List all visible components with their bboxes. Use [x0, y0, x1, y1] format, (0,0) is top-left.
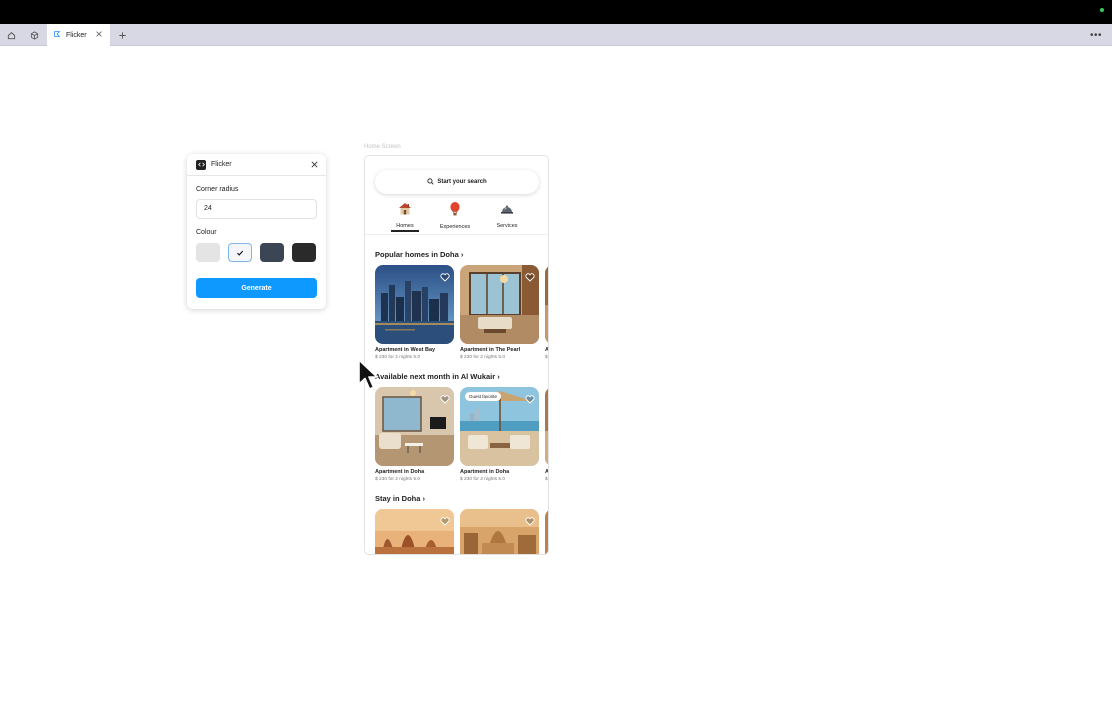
- colour-swatch-light-gray[interactable]: [196, 243, 220, 262]
- heart-icon[interactable]: [440, 269, 450, 287]
- new-tab-icon[interactable]: [111, 24, 133, 46]
- corner-radius-input[interactable]: 24: [196, 199, 317, 219]
- colour-label: Colour: [196, 229, 217, 236]
- heart-icon[interactable]: [525, 391, 535, 409]
- listing-title: Apartment in West Bay: [375, 347, 436, 353]
- search-bar[interactable]: Start your search: [375, 170, 539, 194]
- listing-title: Apartment in The Pearl: [460, 347, 521, 353]
- system-top-bar: [0, 0, 1112, 24]
- service-bell-icon: [500, 202, 514, 220]
- listing-price: $: [545, 477, 548, 482]
- colour-swatch-black[interactable]: [292, 243, 316, 262]
- category-label: Experiences: [439, 224, 471, 230]
- corner-radius-label: Corner radius: [196, 186, 239, 193]
- panel-header: Flicker: [187, 154, 326, 176]
- generate-button[interactable]: Generate: [196, 278, 317, 298]
- listing-title: A: [545, 469, 549, 475]
- section-title-text: Popular homes in Doha: [375, 250, 459, 259]
- panel-title: Flicker: [211, 161, 232, 168]
- tab-title: Flicker: [66, 31, 87, 39]
- status-indicator: [1100, 8, 1104, 12]
- frame-label[interactable]: Home Screen: [364, 144, 401, 150]
- guest-favorite-badge: Guest favorite: [465, 392, 502, 401]
- listing-image[interactable]: [545, 265, 548, 344]
- listing-image[interactable]: Guest favorite: [460, 387, 539, 466]
- category-services[interactable]: Services: [487, 202, 527, 229]
- search-icon: [427, 177, 434, 187]
- section-title[interactable]: Popular homes in Doha ›: [375, 250, 463, 259]
- colour-swatch-slate[interactable]: [260, 243, 284, 262]
- listing-title: A: [545, 347, 549, 353]
- tab-bar: Flicker •••: [0, 24, 1112, 46]
- more-options-icon[interactable]: •••: [1086, 24, 1106, 46]
- check-icon: [236, 244, 244, 262]
- home-icon[interactable]: [0, 24, 22, 46]
- category-experiences[interactable]: Experiences: [435, 202, 475, 230]
- listing-image[interactable]: [460, 509, 539, 554]
- listing-image[interactable]: [375, 265, 454, 344]
- heart-icon[interactable]: [440, 391, 450, 409]
- section-title-text: Stay in Doha: [375, 494, 421, 503]
- plugin-icon[interactable]: [23, 24, 45, 46]
- search-placeholder: Start your search: [437, 179, 487, 185]
- plugin-panel: Flicker Corner radius 24 Colour Generate: [187, 154, 326, 309]
- listing-image[interactable]: [545, 387, 548, 466]
- listing-title: Apartment in Doha: [375, 469, 425, 475]
- listing-title: Apartment in Doha: [460, 469, 510, 475]
- section-title[interactable]: Stay in Doha ›: [375, 494, 425, 503]
- hot-air-balloon-icon: [449, 202, 461, 221]
- heart-icon[interactable]: [525, 513, 535, 531]
- category-label: Homes: [396, 223, 414, 229]
- listing-image[interactable]: [375, 509, 454, 554]
- listing-image[interactable]: [460, 265, 539, 344]
- active-category-underline: [391, 230, 419, 232]
- tab-flicker[interactable]: Flicker: [47, 24, 110, 46]
- section-title[interactable]: Available next month in Al Wukair ›: [375, 372, 500, 381]
- heart-icon[interactable]: [525, 269, 535, 287]
- house-icon: [398, 202, 412, 220]
- category-label: Services: [496, 223, 518, 229]
- divider: [365, 234, 548, 235]
- mouse-cursor-icon: [357, 359, 379, 396]
- listing-image[interactable]: [375, 387, 454, 466]
- code-icon: [196, 159, 206, 170]
- close-icon[interactable]: [310, 160, 319, 171]
- category-homes[interactable]: Homes: [385, 202, 425, 229]
- listing-price: $: [545, 355, 548, 360]
- listing-price: $ 230 for 2 nights 5.0: [375, 355, 421, 360]
- listing-price: $ 230 for 2 nights 5.0: [375, 477, 421, 482]
- figma-file-icon: [53, 30, 61, 40]
- listing-image[interactable]: [545, 509, 548, 554]
- section-title-text: Available next month in Al Wukair: [375, 372, 496, 381]
- home-screen-frame[interactable]: Start your search Homes Experiences Serv…: [364, 155, 549, 555]
- heart-icon[interactable]: [440, 513, 450, 531]
- colour-swatch-white-selected[interactable]: [228, 243, 252, 262]
- listing-price: $ 230 for 2 nights 5.0: [460, 477, 506, 482]
- listing-price: $ 230 for 2 nights 5.0: [460, 355, 506, 360]
- close-tab-icon[interactable]: [95, 30, 103, 40]
